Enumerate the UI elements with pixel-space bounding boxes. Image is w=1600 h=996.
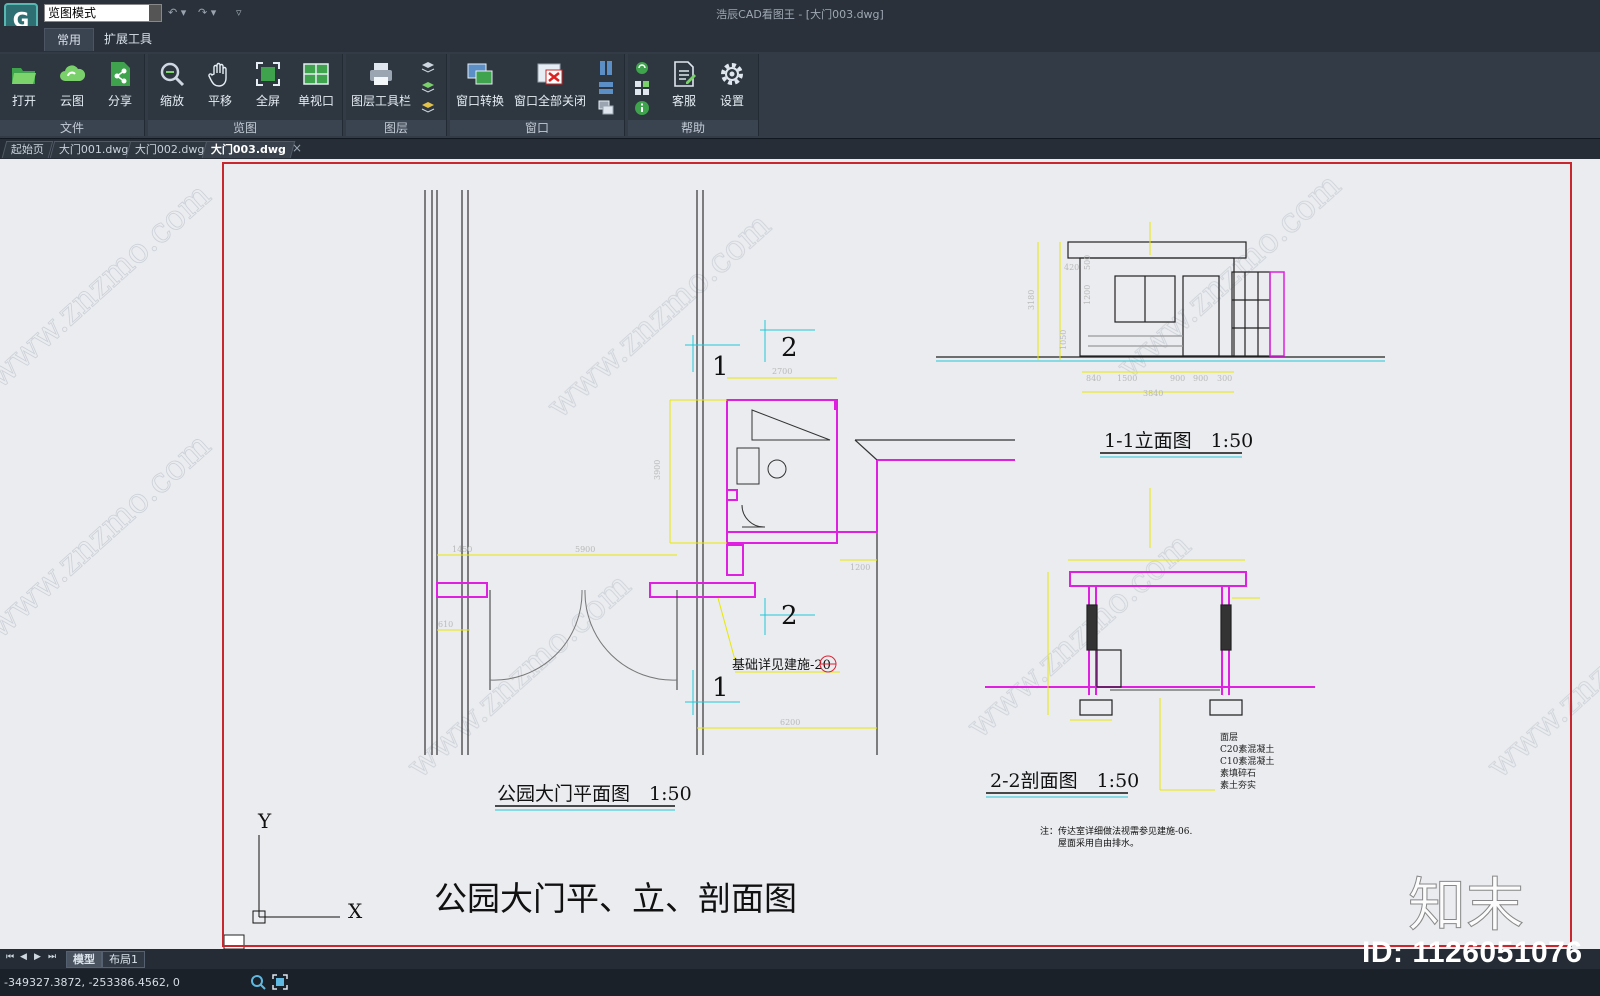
title-bar: 览图模式 ↶ ▾ ↷ ▾ ▿ 浩辰CAD看图王 - [大门003.dwg] xyxy=(0,0,1600,26)
switch-window-icon xyxy=(467,63,493,85)
window-title: 浩辰CAD看图王 - [大门003.dwg] xyxy=(716,8,884,21)
zoom-icon xyxy=(160,62,185,87)
doc-tab-001[interactable]: 大门001.dwg xyxy=(49,141,138,158)
zoom-extents-icon[interactable] xyxy=(272,974,288,990)
drawing-canvas[interactable]: www.znzmo.com www.znzmo.com www.znzmo.co… xyxy=(0,159,1600,949)
ribbon-group-file: 打开 云图 分享 文件 xyxy=(0,54,145,136)
switch-window-label: 窗口转换 xyxy=(455,94,504,108)
layers-icon[interactable] xyxy=(420,60,436,76)
document-edit-icon xyxy=(674,61,696,87)
open-button[interactable]: 打开 xyxy=(2,60,46,116)
document-tab-bar: 起始页 大门001.dwg 大门002.dwg 大门003.dwg xyxy=(0,139,1600,159)
group-label-layer: 图层 xyxy=(346,120,446,136)
fullscreen-button[interactable]: 全屏 xyxy=(246,60,290,116)
group-label-view: 览图 xyxy=(148,120,342,136)
group-label-help: 帮助 xyxy=(628,120,758,136)
printer-icon xyxy=(370,63,392,85)
switch-window-button[interactable]: 窗口转换 xyxy=(454,60,506,116)
ribbon: 打开 云图 分享 文件 缩放 平移 全屏 单视口 览图 图层工具栏 图层 窗口转… xyxy=(0,52,1600,139)
share-label: 分享 xyxy=(107,94,132,108)
tile-vertical-icon[interactable] xyxy=(598,60,614,76)
doc-tab-001-label: 大门001.dwg xyxy=(58,143,129,156)
close-tab-icon[interactable]: × xyxy=(292,141,302,155)
close-all-windows-label: 窗口全部关闭 xyxy=(514,94,587,108)
prev-tab-icon[interactable]: ◀ xyxy=(20,952,27,962)
single-viewport-button[interactable]: 单视口 xyxy=(294,60,338,116)
tile-horizontal-icon[interactable] xyxy=(598,80,614,96)
tab-common[interactable]: 常用 xyxy=(44,28,95,51)
layer-match-icon[interactable] xyxy=(420,100,436,116)
zoom-button[interactable]: 缩放 xyxy=(150,60,194,116)
support-label: 客服 xyxy=(671,94,696,108)
ribbon-group-help: 客服 设置 帮助 xyxy=(628,54,759,136)
group-label-window: 窗口 xyxy=(450,120,624,136)
watermark-text-1: www.znzmo.com xyxy=(0,175,219,396)
share-icon xyxy=(111,62,130,86)
update-icon[interactable] xyxy=(634,60,650,76)
tab-extended-tools[interactable]: 扩展工具 xyxy=(92,28,164,50)
next-tab-icon[interactable]: ▶ xyxy=(34,952,41,962)
watermark-id: ID: 1126051076 xyxy=(1362,936,1583,969)
cursor-coordinates: -349327.3872, -253386.4562, 0 xyxy=(4,976,180,989)
close-windows-icon xyxy=(537,63,563,85)
ribbon-group-layer: 图层工具栏 图层 xyxy=(346,54,447,136)
cloud-icon xyxy=(60,65,86,81)
ribbon-group-view: 缩放 平移 全屏 单视口 览图 xyxy=(148,54,343,136)
cloud-button[interactable]: 云图 xyxy=(50,60,94,116)
viewport-icon xyxy=(303,63,329,85)
cloud-label: 云图 xyxy=(59,94,84,108)
doc-tab-start[interactable]: 起始页 xyxy=(1,141,54,158)
gear-icon xyxy=(721,63,743,85)
single-viewport-label: 单视口 xyxy=(297,94,334,108)
folder-open-icon xyxy=(12,68,36,84)
settings-label: 设置 xyxy=(719,94,744,108)
support-button[interactable]: 客服 xyxy=(662,60,706,116)
doc-tab-002-label: 大门002.dwg xyxy=(134,143,205,156)
pan-button[interactable]: 平移 xyxy=(198,60,242,116)
doc-tab-003[interactable]: 大门003.dwg xyxy=(201,141,296,158)
ribbon-tab-row: 常用 扩展工具 xyxy=(0,26,1600,52)
zoom-status-icon[interactable] xyxy=(250,974,266,990)
cascade-icon[interactable] xyxy=(598,100,614,116)
tab-model[interactable]: 模型 xyxy=(66,951,102,968)
doc-tab-003-label: 大门003.dwg xyxy=(210,143,286,156)
watermark-logo: 知末 xyxy=(1407,871,1525,940)
last-tab-icon[interactable]: ⏭ xyxy=(48,952,56,962)
info-icon[interactable] xyxy=(634,100,650,116)
fullscreen-label: 全屏 xyxy=(255,94,280,108)
layer-state-icon[interactable] xyxy=(420,80,436,96)
pan-label: 平移 xyxy=(207,94,232,108)
ribbon-group-window: 窗口转换 窗口全部关闭 窗口 xyxy=(450,54,625,136)
settings-button[interactable]: 设置 xyxy=(710,60,754,116)
layout-sheet-border xyxy=(222,162,1572,947)
close-all-windows-button[interactable]: 窗口全部关闭 xyxy=(514,60,586,116)
zoom-label: 缩放 xyxy=(159,94,184,108)
group-label-file: 文件 xyxy=(0,120,144,136)
doc-tab-start-label: 起始页 xyxy=(10,143,44,156)
hand-icon xyxy=(208,62,227,87)
share-button[interactable]: 分享 xyxy=(98,60,142,116)
doc-tab-002[interactable]: 大门002.dwg xyxy=(125,141,214,158)
watermark-text-7: www.znzmo.com xyxy=(0,425,219,646)
open-label: 打开 xyxy=(11,94,36,108)
fullscreen-icon xyxy=(256,62,280,86)
apps-grid-icon[interactable] xyxy=(634,80,650,96)
status-bar: -349327.3872, -253386.4562, 0 xyxy=(0,969,1600,996)
first-tab-icon[interactable]: ⏮ xyxy=(6,952,14,962)
layout-tab-bar: ⏮ ◀ ▶ ⏭ 模型 布局1 xyxy=(0,949,1600,969)
layer-toolbar-label: 图层工具栏 xyxy=(350,94,411,108)
tab-layout1[interactable]: 布局1 xyxy=(102,951,145,968)
layer-toolbar-button[interactable]: 图层工具栏 xyxy=(350,60,412,116)
